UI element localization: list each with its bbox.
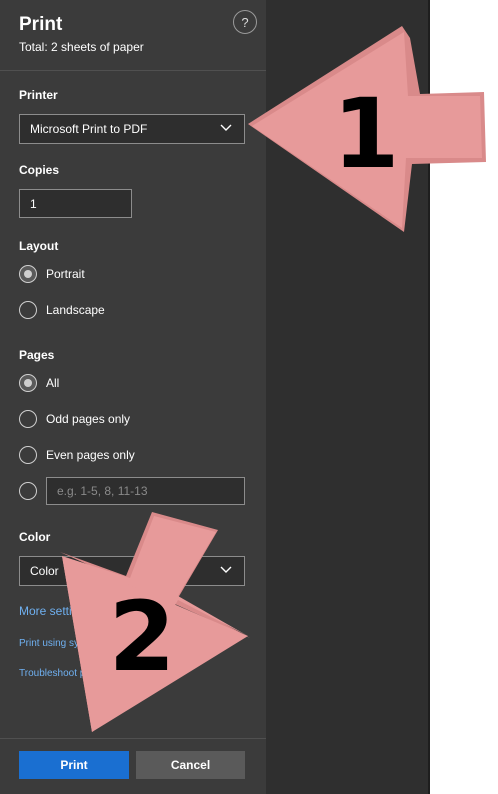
- help-icon[interactable]: ?: [233, 10, 257, 34]
- print-settings-panel: Print Total: 2 sheets of paper ? Printer…: [0, 0, 266, 794]
- pages-option-custom[interactable]: [19, 481, 37, 501]
- layout-option-portrait[interactable]: Portrait: [19, 264, 85, 284]
- radio-unchecked-icon: [19, 301, 37, 319]
- cancel-button[interactable]: Cancel: [136, 751, 245, 779]
- pages-label: Pages: [19, 348, 55, 362]
- radio-checked-icon: [19, 374, 37, 392]
- radio-unchecked-icon: [19, 482, 37, 500]
- color-select-value: Color: [30, 564, 59, 578]
- color-label: Color: [19, 530, 51, 544]
- layout-label: Layout: [19, 239, 59, 253]
- page-range-placeholder: e.g. 1-5, 8, 11-13: [57, 484, 148, 498]
- radio-unchecked-icon: [19, 410, 37, 428]
- printer-label: Printer: [19, 88, 58, 102]
- printer-select[interactable]: Microsoft Print to PDF: [19, 114, 245, 144]
- chevron-down-icon: [220, 566, 232, 573]
- page-range-input[interactable]: e.g. 1-5, 8, 11-13: [46, 477, 245, 505]
- system-dialog-link[interactable]: Print using system dialog: [19, 638, 130, 649]
- color-select[interactable]: Color: [19, 556, 245, 586]
- sheet-count: Total: 2 sheets of paper: [19, 40, 144, 54]
- printer-select-value: Microsoft Print to PDF: [30, 122, 148, 136]
- print-button[interactable]: Print: [19, 751, 129, 779]
- preview-page: [430, 0, 498, 794]
- copies-input[interactable]: 1: [19, 189, 132, 218]
- pages-option-all[interactable]: All: [19, 373, 59, 393]
- radio-unchecked-icon: [19, 446, 37, 464]
- layout-option-label: Landscape: [46, 303, 105, 317]
- pages-option-label: Odd pages only: [46, 412, 131, 426]
- copies-label: Copies: [19, 163, 60, 177]
- footer-divider: [0, 738, 266, 739]
- header-divider: [0, 70, 266, 71]
- layout-option-label: Portrait: [46, 267, 85, 281]
- pages-option-label: Even pages only: [46, 448, 135, 462]
- layout-option-landscape[interactable]: Landscape: [19, 300, 105, 320]
- troubleshoot-link[interactable]: Troubleshoot printing: [19, 668, 113, 679]
- more-settings-link[interactable]: More settings: [19, 604, 91, 618]
- pages-option-label: All: [46, 376, 60, 390]
- chevron-down-icon: [220, 124, 232, 131]
- radio-checked-icon: [19, 265, 37, 283]
- dialog-title: Print: [19, 14, 63, 35]
- pages-option-odd[interactable]: Odd pages only: [19, 409, 130, 429]
- preview-background: [266, 0, 430, 794]
- pages-option-even[interactable]: Even pages only: [19, 445, 135, 465]
